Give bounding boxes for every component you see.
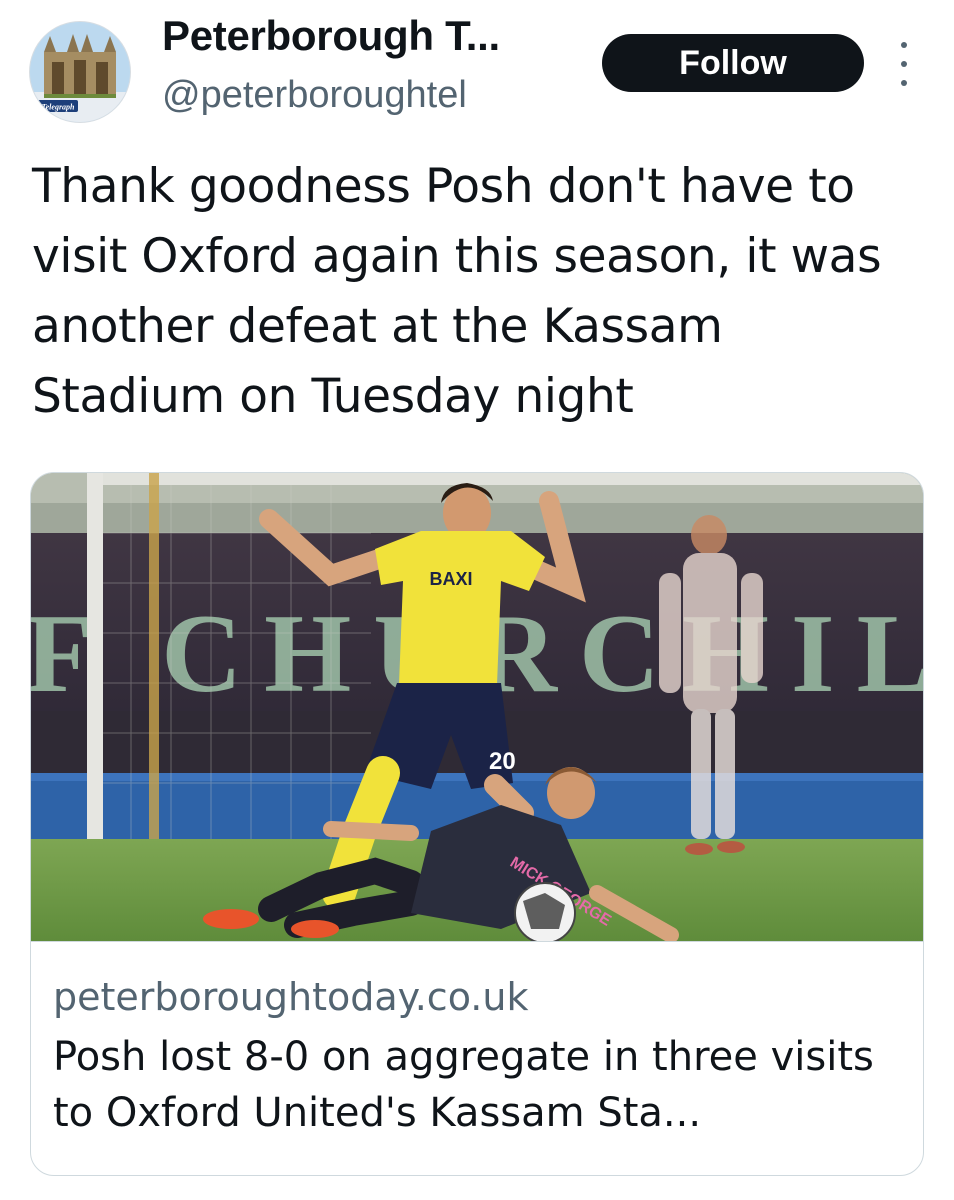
more-options-icon[interactable] [894, 42, 914, 86]
link-card[interactable]: F CHURCHILL [30, 472, 924, 1176]
shirt-number: 20 [489, 748, 516, 775]
display-name[interactable]: Peterborough T... [162, 12, 500, 60]
dot [901, 61, 907, 67]
shirt-sponsor: BAXI [429, 569, 472, 589]
card-domain: peterboroughtoday.co.uk [53, 975, 529, 1019]
avatar[interactable]: Telegraph [30, 22, 130, 122]
dot [901, 80, 907, 86]
cathedral-logo-icon: Telegraph [30, 22, 130, 122]
account-handle[interactable]: @peterboroughtel [162, 74, 467, 117]
follow-button[interactable]: Follow [602, 34, 864, 92]
dot [901, 42, 907, 48]
tweet: Telegraph Peterborough T... @peterboroug… [0, 0, 954, 1200]
card-title[interactable]: Posh lost 8-0 on aggregate in three visi… [53, 1029, 903, 1141]
card-image[interactable]: F CHURCHILL [31, 473, 923, 942]
tweet-text: Thank goodness Posh don't have to visit … [32, 159, 882, 424]
football-match-photo: F CHURCHILL [31, 473, 923, 941]
avatar-label: Telegraph [41, 103, 75, 112]
